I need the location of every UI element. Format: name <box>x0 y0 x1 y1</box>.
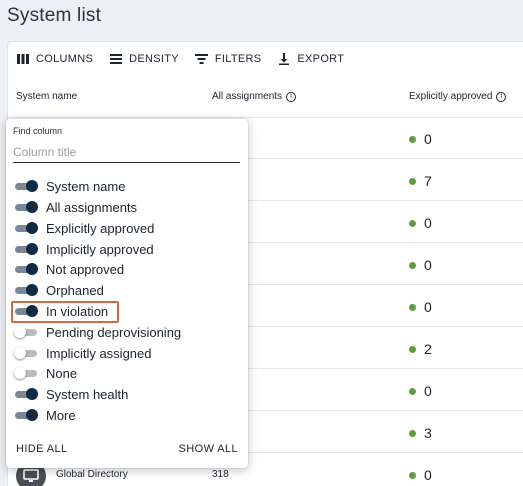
toggle-switch[interactable] <box>15 222 38 234</box>
info-icon[interactable]: i <box>286 91 297 102</box>
status-dot-icon <box>409 219 416 227</box>
explicitly-approved-cell: 0 <box>409 215 432 231</box>
column-toggle-label: Implicitly assigned <box>46 345 152 361</box>
column-toggle-not-approved[interactable]: Not approved <box>15 260 124 278</box>
column-toggle-label: Not approved <box>46 261 125 277</box>
column-toggle-label: Implicitly approved <box>46 241 154 257</box>
status-dot-icon <box>409 345 416 353</box>
explicitly-approved-cell: 2 <box>409 341 432 357</box>
toggle-switch[interactable] <box>15 180 38 192</box>
column-toggle-label: More <box>46 407 76 423</box>
status-dot-icon <box>409 303 416 311</box>
highlight-box <box>11 301 119 323</box>
column-toggle-label: Pending deprovisioning <box>46 324 182 340</box>
column-toggle-system-health[interactable]: System health <box>15 385 128 403</box>
explicitly-approved-cell: 0 <box>409 467 432 483</box>
column-header-label: All assignments <box>212 91 283 102</box>
columns-button[interactable]: COLUMNS <box>16 52 93 66</box>
show-all-button[interactable]: SHOW ALL <box>179 443 238 455</box>
find-column-input[interactable] <box>13 141 240 163</box>
explicitly-approved-cell: 0 <box>409 299 432 315</box>
toggle-switch[interactable] <box>15 409 38 421</box>
column-header-explicitly-approved[interactable]: Explicitly approved i <box>409 91 507 102</box>
status-dot-icon <box>409 261 416 269</box>
table-toolbar: COLUMNS DENSITY FILTERS EXPORT <box>16 52 360 66</box>
toggle-switch[interactable] <box>14 326 37 338</box>
explicitly-approved-cell: 0 <box>409 131 432 147</box>
filter-icon <box>195 52 209 66</box>
hide-all-button[interactable]: HIDE ALL <box>16 443 68 455</box>
system-name-cell[interactable]: Global Directory <box>56 469 128 480</box>
status-dot-icon <box>409 387 416 395</box>
column-toggle-pending-deprovisioning[interactable]: Pending deprovisioning <box>14 323 182 341</box>
toggle-switch[interactable] <box>15 243 38 255</box>
page-title: System list <box>7 5 102 26</box>
toggle-switch[interactable] <box>14 347 37 359</box>
column-toggle-label: System health <box>46 386 129 402</box>
find-column-label: Find column <box>13 126 63 136</box>
column-toggle-label: System name <box>46 178 126 194</box>
column-toggle-explicitly-approved[interactable]: Explicitly approved <box>15 219 154 237</box>
status-dot-icon <box>409 177 416 185</box>
toggle-switch[interactable] <box>15 284 38 296</box>
download-icon <box>277 52 291 66</box>
column-header-system-name[interactable]: System name <box>16 91 77 102</box>
columns-panel: Find column System name All assignments … <box>6 119 248 468</box>
column-toggle-label: Orphaned <box>46 282 104 298</box>
all-assignments-cell: 318 <box>212 469 229 480</box>
explicitly-approved-cell: 0 <box>409 383 432 399</box>
export-button[interactable]: EXPORT <box>277 52 344 66</box>
column-toggle-label: All assignments <box>46 199 138 215</box>
density-button-label: DENSITY <box>129 53 179 65</box>
column-toggle-orphaned[interactable]: Orphaned <box>15 281 104 299</box>
export-button-label: EXPORT <box>297 53 345 65</box>
status-dot-icon <box>409 135 416 143</box>
info-icon[interactable]: i <box>496 91 507 102</box>
density-icon <box>109 52 123 66</box>
column-toggle-implicitly-approved[interactable]: Implicitly approved <box>15 240 154 258</box>
density-button[interactable]: DENSITY <box>109 52 179 66</box>
toggle-switch[interactable] <box>15 388 38 400</box>
column-toggle-more[interactable]: More <box>15 406 76 424</box>
toggle-switch[interactable] <box>15 263 38 275</box>
toggle-switch[interactable] <box>14 367 37 379</box>
columns-button-label: COLUMNS <box>36 53 94 65</box>
toggle-switch[interactable] <box>15 201 38 213</box>
status-dot-icon <box>409 429 416 437</box>
status-dot-icon <box>409 471 416 479</box>
column-toggle-implicitly-assigned[interactable]: Implicitly assigned <box>14 344 152 362</box>
columns-icon <box>16 52 30 66</box>
explicitly-approved-cell: 0 <box>409 257 432 273</box>
filters-button[interactable]: FILTERS <box>195 52 262 66</box>
column-header-label: Explicitly approved <box>409 91 493 102</box>
filters-button-label: FILTERS <box>214 53 262 65</box>
column-header-all-assignments[interactable]: All assignments i <box>212 91 297 102</box>
explicitly-approved-cell: 3 <box>409 425 432 441</box>
column-toggle-system-name[interactable]: System name <box>15 177 125 195</box>
column-toggle-label: None <box>46 365 78 381</box>
columns-panel-footer: HIDE ALL SHOW ALL <box>16 443 238 455</box>
column-header-label: System name <box>16 91 78 102</box>
column-toggle-label: Explicitly approved <box>46 220 155 236</box>
column-toggle-none[interactable]: None <box>14 364 78 382</box>
column-toggle-all-assignments[interactable]: All assignments <box>15 198 137 216</box>
explicitly-approved-cell: 7 <box>409 173 432 189</box>
